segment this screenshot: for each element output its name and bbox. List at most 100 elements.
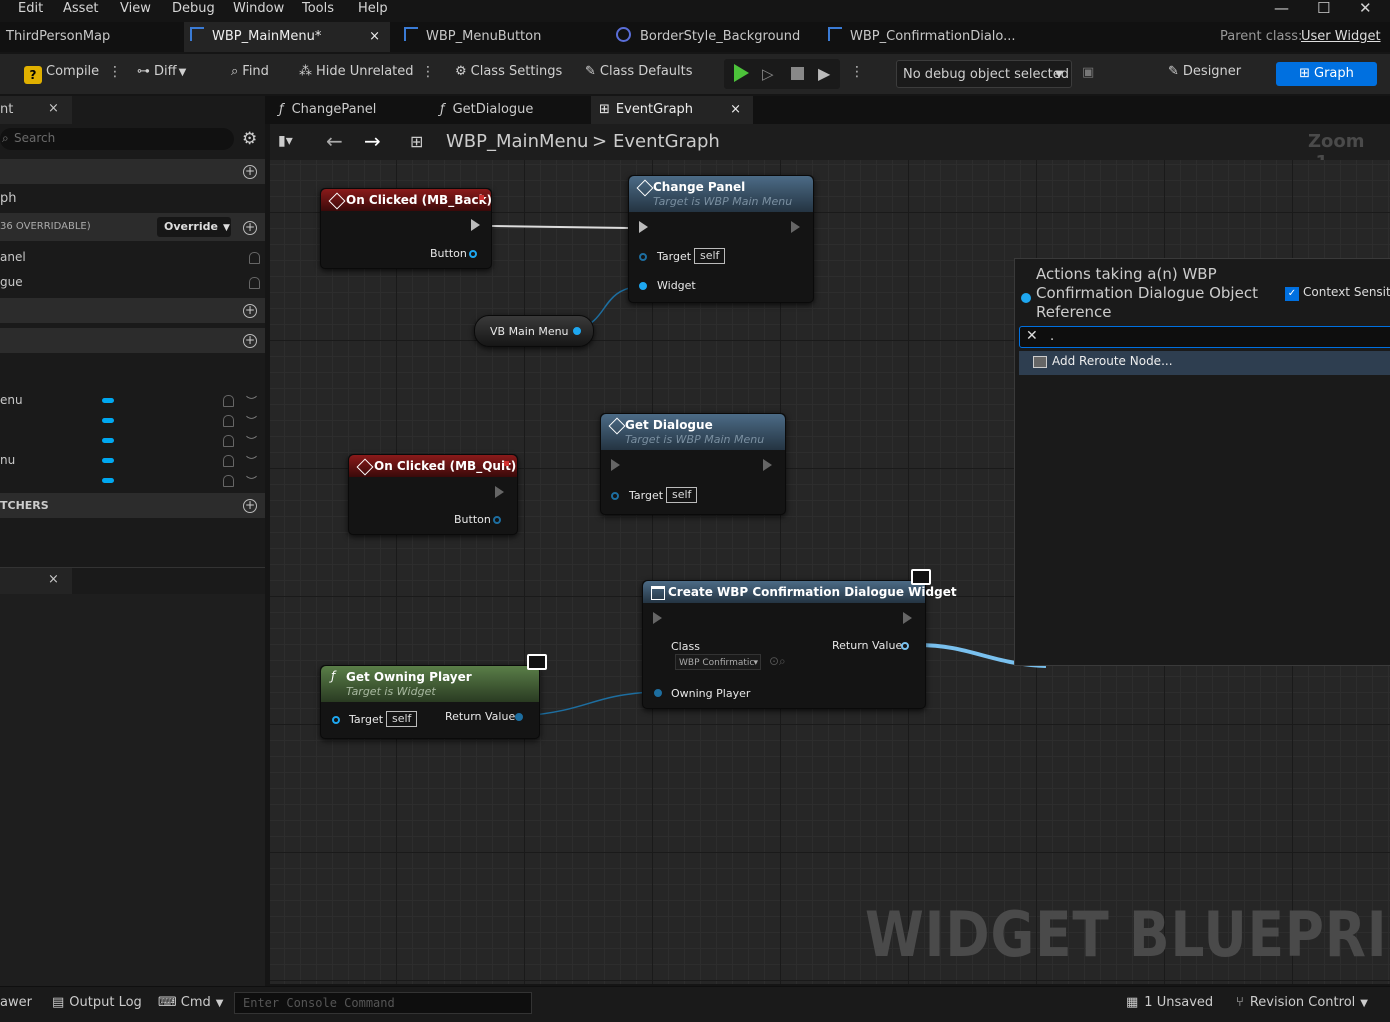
tab-borderstyle-background[interactable]: BorderStyle_Background	[610, 22, 806, 52]
close-tab-icon[interactable]: ×	[369, 22, 380, 52]
menu-view[interactable]: View	[120, 1, 151, 16]
context-sensitive-checkbox[interactable]: ✓	[1285, 287, 1299, 301]
function-item-changepanel[interactable]: anel	[0, 250, 265, 264]
variable-output-pin[interactable]	[573, 327, 581, 335]
exec-input-pin[interactable]	[653, 612, 662, 624]
menu-window[interactable]: Window	[233, 1, 284, 16]
exec-output-pin[interactable]	[495, 486, 504, 498]
node-create-widget[interactable]: Create WBP Confirmation Dialogue Widget …	[642, 569, 957, 709]
delegate-pin-icon[interactable]	[504, 461, 509, 466]
tab-wbp-confirmationdialogue[interactable]: WBP_ConfirmationDialo...	[822, 22, 1022, 52]
section-header-graphs[interactable]: +	[0, 159, 265, 184]
output-log-button[interactable]: ▤ Output Log	[52, 995, 142, 1010]
clear-search-icon[interactable]: ✕	[1026, 328, 1038, 344]
play-options-icon[interactable]: ⋮	[850, 64, 864, 80]
class-dropdown[interactable]: WBP Confirmatic ▾	[675, 654, 761, 670]
eye-closed-icon[interactable]: ︶	[246, 433, 257, 449]
stop-icon[interactable]	[791, 67, 804, 80]
node-vb-main-menu[interactable]: VB Main Menu	[474, 315, 594, 347]
node-change-panel[interactable]: Change Panel Target is WBP Main Menu Tar…	[628, 175, 814, 303]
menu-help[interactable]: Help	[358, 1, 388, 16]
unsaved-button[interactable]: ▦ 1 Unsaved	[1126, 995, 1213, 1010]
self-value[interactable]: self	[666, 487, 698, 503]
node-get-dialogue[interactable]: Get Dialogue Target is WBP Main Menu Tar…	[600, 413, 786, 515]
target-input-pin[interactable]	[332, 716, 340, 724]
return-value-pin[interactable]	[901, 642, 909, 650]
bookmark-icon[interactable]: ▮▾	[278, 133, 293, 149]
details-tab[interactable]: ×	[0, 568, 72, 594]
eye-closed-icon[interactable]: ︶	[246, 453, 257, 469]
class-settings-button[interactable]: ⚙ Class Settings	[455, 64, 562, 79]
debug-object-select[interactable]: No debug object selected ▼	[896, 60, 1072, 88]
button-output-pin[interactable]	[493, 516, 501, 524]
exec-output-pin[interactable]	[471, 219, 480, 231]
tab-getdialogue[interactable]: ƒ GetDialogue	[440, 96, 533, 124]
designer-button[interactable]: ✎ Designer	[1168, 64, 1241, 79]
eject-icon[interactable]: ▶	[818, 64, 830, 83]
breadcrumb-root[interactable]: WBP_MainMenu	[446, 131, 588, 152]
button-output-pin[interactable]	[469, 250, 477, 258]
override-dropdown[interactable]: Override ▼	[157, 217, 231, 237]
browse-icon[interactable]: ⊙⌕	[769, 654, 786, 669]
class-defaults-button[interactable]: ✎ Class Defaults	[585, 64, 693, 79]
hide-unrelated-button[interactable]: ⁂ Hide Unrelated	[299, 64, 414, 79]
action-item-add-reroute-node[interactable]: Add Reroute Node...	[1019, 351, 1390, 375]
section-header-variables[interactable]: +	[0, 328, 265, 353]
panel-tab[interactable]: nt ×	[0, 96, 72, 124]
graph-item[interactable]: ph	[0, 191, 265, 206]
self-value[interactable]: self	[386, 711, 418, 727]
menu-asset[interactable]: Asset	[63, 1, 99, 16]
exec-input-pin[interactable]	[639, 221, 648, 233]
target-input-pin[interactable]	[611, 492, 619, 500]
graph-button[interactable]: ⊞ Graph	[1276, 62, 1377, 86]
menu-tools[interactable]: Tools	[302, 1, 334, 16]
debug-filter-icon[interactable]: ▣	[1082, 65, 1094, 80]
maximize-icon[interactable]: ☐	[1317, 0, 1330, 17]
compile-options-icon[interactable]: ⋮	[108, 64, 122, 80]
close-panel-icon[interactable]: ×	[48, 101, 59, 116]
tab-thirdpersonmap[interactable]: ThirdPersonMap	[0, 22, 116, 52]
close-details-icon[interactable]: ×	[48, 572, 59, 587]
self-value[interactable]: self	[694, 248, 726, 264]
node-on-clicked-quit[interactable]: On Clicked (MB_Quit) Button	[348, 454, 518, 535]
function-item-getdialogue[interactable]: gue	[0, 275, 265, 289]
tab-eventgraph[interactable]: ⊞ EventGraph ×	[591, 96, 753, 124]
search-input[interactable]: ⌕ Search	[0, 128, 234, 150]
tab-wbp-mainmenu[interactable]: WBP_MainMenu* ×	[184, 22, 390, 52]
return-value-pin[interactable]	[515, 713, 523, 721]
minimize-icon[interactable]: —	[1274, 0, 1289, 17]
add-icon[interactable]: +	[243, 499, 257, 513]
exec-output-pin[interactable]	[763, 459, 772, 471]
add-function-icon[interactable]: +	[243, 221, 257, 235]
target-input-pin[interactable]	[639, 253, 647, 261]
diff-button[interactable]: ⊶ Diff ▼	[137, 64, 186, 79]
revision-control-button[interactable]: ⑂ Revision Control ▼	[1236, 995, 1368, 1010]
section-header-macros[interactable]: +	[0, 298, 265, 323]
eye-closed-icon[interactable]: ︶	[246, 473, 257, 489]
eye-closed-icon[interactable]: ︶	[246, 413, 257, 429]
exec-output-pin[interactable]	[791, 221, 800, 233]
step-icon[interactable]: ▷	[762, 65, 774, 83]
widget-input-pin[interactable]	[639, 282, 647, 290]
owning-player-pin[interactable]	[654, 689, 662, 697]
back-arrow-icon[interactable]: ←	[326, 129, 343, 153]
exec-input-pin[interactable]	[611, 459, 620, 471]
close-tab-icon[interactable]: ×	[730, 96, 741, 124]
find-button[interactable]: ⌕ Find	[231, 64, 269, 79]
cmd-dropdown[interactable]: ⌨ Cmd ▼	[158, 995, 223, 1010]
node-get-owning-player[interactable]: ƒ Get Owning Player Target is Widget Tar…	[320, 654, 547, 739]
section-header-event-dispatchers[interactable]: TCHERS +	[0, 493, 265, 518]
menu-edit[interactable]: Edit	[18, 1, 43, 16]
tab-changepanel[interactable]: ƒ ChangePanel	[279, 96, 376, 124]
compile-button[interactable]: ? Compile	[24, 64, 99, 84]
settings-gear-icon[interactable]: ⚙	[242, 129, 257, 149]
content-drawer-button[interactable]: awer	[0, 995, 32, 1010]
console-command-input[interactable]: Enter Console Command	[234, 992, 532, 1014]
parent-class-link[interactable]: User Widget	[1301, 29, 1381, 44]
add-icon[interactable]: +	[243, 334, 257, 348]
node-on-clicked-back[interactable]: On Clicked (MB_Back) Button	[320, 188, 492, 269]
add-icon[interactable]: +	[243, 165, 257, 179]
tab-wbp-menubutton[interactable]: WBP_MenuButton	[398, 22, 547, 52]
exec-output-pin[interactable]	[903, 612, 912, 624]
eye-closed-icon[interactable]: ︶	[246, 393, 257, 409]
